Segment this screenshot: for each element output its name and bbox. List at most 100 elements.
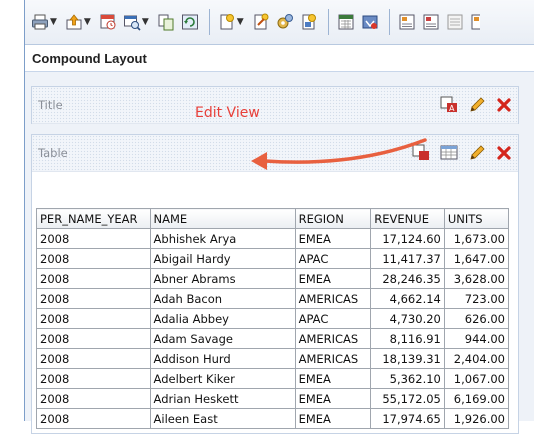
refresh-button[interactable] — [181, 9, 199, 35]
table-cell: EMEA — [294, 368, 372, 389]
column-header[interactable]: UNITS — [443, 208, 510, 229]
export-icon — [66, 14, 82, 30]
print-icon — [32, 14, 48, 30]
report-3-icon — [447, 14, 463, 30]
table-cell: APAC — [294, 308, 372, 329]
table-row: 2008 Abhishek Arya EMEA 17,124.60 1,673.… — [36, 228, 510, 249]
column-header[interactable]: NAME — [149, 208, 296, 229]
report-2-button[interactable] — [422, 9, 440, 35]
table-cell: 2008 — [36, 328, 151, 349]
table-cell: Abner Abrams — [149, 268, 296, 289]
toolbar-divider — [327, 9, 329, 35]
table-cell: 6,169.00 — [443, 388, 510, 409]
table-cell: Abigail Hardy — [149, 248, 296, 269]
filter-icon — [302, 14, 316, 30]
toolbar-divider — [208, 9, 210, 35]
editor-shell: ▼ ▼ ▼ ▼ Compound Layout Title A Table Ed… — [24, 0, 534, 434]
prompt-icon — [362, 15, 378, 29]
table-cell: AMERICAS — [294, 288, 372, 309]
table-row: 2008 Adrian Heskett EMEA 55,172.05 6,169… — [36, 388, 510, 409]
table-row: 2008 Adam Savage AMERICAS 8,116.91 944.0… — [36, 328, 510, 349]
table-cell: 1,926.00 — [443, 408, 510, 429]
table-cell: 944.00 — [443, 328, 510, 349]
new-view-icon — [220, 14, 234, 30]
table-cell: 1,067.00 — [443, 368, 510, 389]
table-cell: 1,647.00 — [443, 248, 510, 269]
table-cell: Adam Savage — [149, 328, 296, 349]
table-cell: Adelbert Kiker — [149, 368, 296, 389]
chevron-down-icon[interactable]: ▼ — [237, 17, 244, 27]
table-cell: 18,139.31 — [370, 348, 445, 369]
table-cell: 2008 — [36, 388, 151, 409]
table-cell: 2008 — [36, 268, 151, 289]
column-header[interactable]: REVENUE — [370, 208, 445, 229]
table-row: 2008 Aileen East EMEA 17,974.65 1,926.00 — [36, 408, 510, 429]
layout-workarea: Title A Table Edit View PER_NAME_YEAR NA… — [25, 72, 534, 434]
table-row: 2008 Adelbert Kiker EMEA 5,362.10 1,067.… — [36, 368, 510, 389]
properties-icon — [277, 14, 293, 29]
annotation-label: Edit View — [195, 105, 260, 121]
properties-button[interactable] — [276, 9, 294, 35]
table-cell: 1,673.00 — [443, 228, 510, 249]
edit-view-button[interactable] — [252, 9, 270, 35]
table-cell: 2008 — [36, 368, 151, 389]
table-cell: 4,662.14 — [370, 288, 445, 309]
chevron-down-icon[interactable]: ▼ — [50, 17, 57, 27]
print-button[interactable]: ▼ — [31, 9, 59, 35]
table-row: 2008 Addison Hurd AMERICAS 18,139.31 2,4… — [36, 348, 510, 369]
table-cell: 626.00 — [443, 308, 510, 329]
table-cell: 17,124.60 — [370, 228, 445, 249]
table-cell: AMERICAS — [294, 328, 372, 349]
table-row: 2008 Abner Abrams EMEA 28,246.35 3,628.0… — [36, 268, 510, 289]
table-cell: Adah Bacon — [149, 288, 296, 309]
table-cell: EMEA — [294, 388, 372, 409]
report-4-button[interactable] — [470, 9, 480, 35]
table-cell: AMERICAS — [294, 348, 372, 369]
table-cell: 2008 — [36, 248, 151, 269]
report-icon — [399, 14, 415, 30]
toolbar-divider — [388, 9, 390, 35]
table-cell: Aileen East — [149, 408, 296, 429]
filter-button[interactable] — [300, 9, 318, 35]
table-row: 2008 Adalia Abbey APAC 4,730.20 626.00 — [36, 308, 510, 329]
report-button[interactable] — [398, 9, 416, 35]
table-cell: 2008 — [36, 408, 151, 429]
report-3-button[interactable] — [446, 9, 464, 35]
prompt-button[interactable] — [361, 9, 379, 35]
calculator-button[interactable] — [337, 9, 355, 35]
column-header[interactable]: REGION — [294, 208, 372, 229]
copy-button[interactable] — [157, 9, 175, 35]
section-title: Compound Layout — [32, 51, 147, 66]
report-icon — [471, 14, 480, 30]
export-button[interactable]: ▼ — [65, 9, 93, 35]
table-cell: 2008 — [36, 308, 151, 329]
table-row: 2008 Abigail Hardy APAC 11,417.37 1,647.… — [36, 248, 510, 269]
table-cell: 28,246.35 — [370, 268, 445, 289]
table-cell: Adrian Heskett — [149, 388, 296, 409]
table-cell: 17,974.65 — [370, 408, 445, 429]
table-cell: 2008 — [36, 228, 151, 249]
table-cell: 2008 — [36, 288, 151, 309]
table-cell: EMEA — [294, 228, 372, 249]
table-cell: 55,172.05 — [370, 388, 445, 409]
table-cell: 11,417.37 — [370, 248, 445, 269]
preview-button[interactable]: ▼ — [123, 9, 151, 35]
results-table: PER_NAME_YEAR NAME REGION REVENUE UNITS … — [36, 208, 510, 429]
table-cell: Adalia Abbey — [149, 308, 296, 329]
new-view-button[interactable]: ▼ — [218, 9, 246, 35]
table-cell: 3,628.00 — [443, 268, 510, 289]
column-header[interactable]: PER_NAME_YEAR — [36, 208, 151, 229]
table-cell: 723.00 — [443, 288, 510, 309]
report-2-icon — [423, 14, 439, 30]
schedule-button[interactable] — [99, 9, 117, 35]
table-cell: 4,730.20 — [370, 308, 445, 329]
table-cell: 5,362.10 — [370, 368, 445, 389]
chevron-down-icon[interactable]: ▼ — [142, 17, 149, 27]
edit-view-icon — [254, 13, 269, 30]
table-cell: 2,404.00 — [443, 348, 510, 369]
calculator-icon — [338, 14, 354, 30]
section-header: Compound Layout — [25, 44, 534, 72]
table-cell: EMEA — [294, 408, 372, 429]
preview-icon — [123, 15, 141, 31]
chevron-down-icon[interactable]: ▼ — [84, 17, 91, 27]
